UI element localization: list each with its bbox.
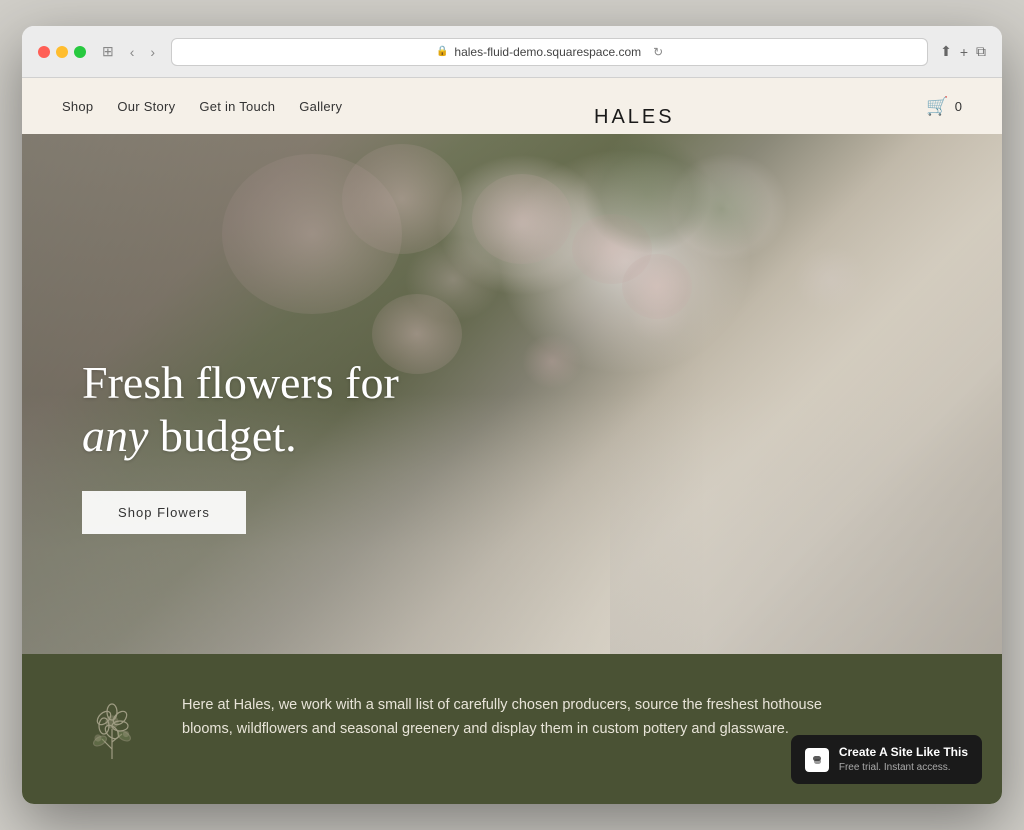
nav-link-get-in-touch[interactable]: Get in Touch bbox=[199, 99, 275, 114]
address-bar[interactable]: 🔒 hales-fluid-demo.squarespace.com ↻ bbox=[171, 38, 928, 66]
hero-headline-italic: any bbox=[82, 410, 148, 461]
cart-count: 0 bbox=[955, 99, 962, 114]
nav-right: 🛒 0 bbox=[926, 96, 962, 117]
floral-icon bbox=[82, 694, 142, 764]
new-tab-button[interactable]: + bbox=[960, 44, 968, 60]
browser-actions: ⬆ + ⧉ bbox=[940, 43, 986, 60]
browser-window-toggle[interactable]: ⊞ bbox=[98, 41, 118, 62]
create-site-toast[interactable]: Create A Site Like This Free trial. Inst… bbox=[791, 735, 982, 784]
cart-icon[interactable]: 🛒 bbox=[926, 96, 948, 117]
website: Shop Our Story Get in Touch Gallery HALE… bbox=[22, 78, 1002, 804]
site-logo[interactable]: HALES bbox=[594, 106, 675, 129]
browser-navigation: ⊞ ‹ › bbox=[98, 41, 159, 62]
tabs-button[interactable]: ⧉ bbox=[976, 43, 986, 60]
browser-window: ⊞ ‹ › 🔒 hales-fluid-demo.squarespace.com… bbox=[22, 26, 1002, 804]
hero-content: Fresh flowers for any budget. Shop Flowe… bbox=[82, 357, 399, 534]
nav-link-our-story[interactable]: Our Story bbox=[117, 99, 175, 114]
traffic-light-red[interactable] bbox=[38, 46, 50, 58]
navigation: Shop Our Story Get in Touch Gallery HALE… bbox=[22, 78, 1002, 134]
hero-headline: Fresh flowers for any budget. bbox=[82, 357, 399, 463]
nav-link-shop[interactable]: Shop bbox=[62, 99, 93, 114]
shop-flowers-button[interactable]: Shop Flowers bbox=[82, 491, 246, 534]
nav-left: Shop Our Story Get in Touch Gallery bbox=[62, 99, 342, 114]
browser-chrome: ⊞ ‹ › 🔒 hales-fluid-demo.squarespace.com… bbox=[22, 26, 1002, 78]
nav-link-gallery[interactable]: Gallery bbox=[299, 99, 342, 114]
url-text: hales-fluid-demo.squarespace.com bbox=[454, 45, 641, 59]
forward-button[interactable]: › bbox=[146, 42, 159, 62]
bottom-section-wrapper: Here at Hales, we work with a small list… bbox=[22, 654, 1002, 804]
share-button[interactable]: ⬆ bbox=[940, 43, 952, 60]
reload-icon: ↻ bbox=[653, 45, 663, 59]
toast-text-block: Create A Site Like This Free trial. Inst… bbox=[839, 745, 968, 774]
floral-illustration bbox=[82, 694, 142, 764]
traffic-light-green[interactable] bbox=[74, 46, 86, 58]
hero-section: Fresh flowers for any budget. Shop Flowe… bbox=[22, 134, 1002, 654]
toast-sub-text: Free trial. Instant access. bbox=[839, 761, 968, 774]
squarespace-icon bbox=[809, 752, 825, 768]
traffic-light-yellow[interactable] bbox=[56, 46, 68, 58]
traffic-lights bbox=[38, 46, 86, 58]
hero-headline-rest: budget. bbox=[148, 410, 296, 461]
bottom-description: Here at Hales, we work with a small list… bbox=[182, 694, 862, 742]
back-button[interactable]: ‹ bbox=[126, 42, 139, 62]
hero-headline-line1: Fresh flowers for bbox=[82, 357, 399, 408]
lock-icon: 🔒 bbox=[436, 46, 448, 57]
toast-main-text: Create A Site Like This bbox=[839, 745, 968, 761]
squarespace-logo bbox=[805, 748, 829, 772]
